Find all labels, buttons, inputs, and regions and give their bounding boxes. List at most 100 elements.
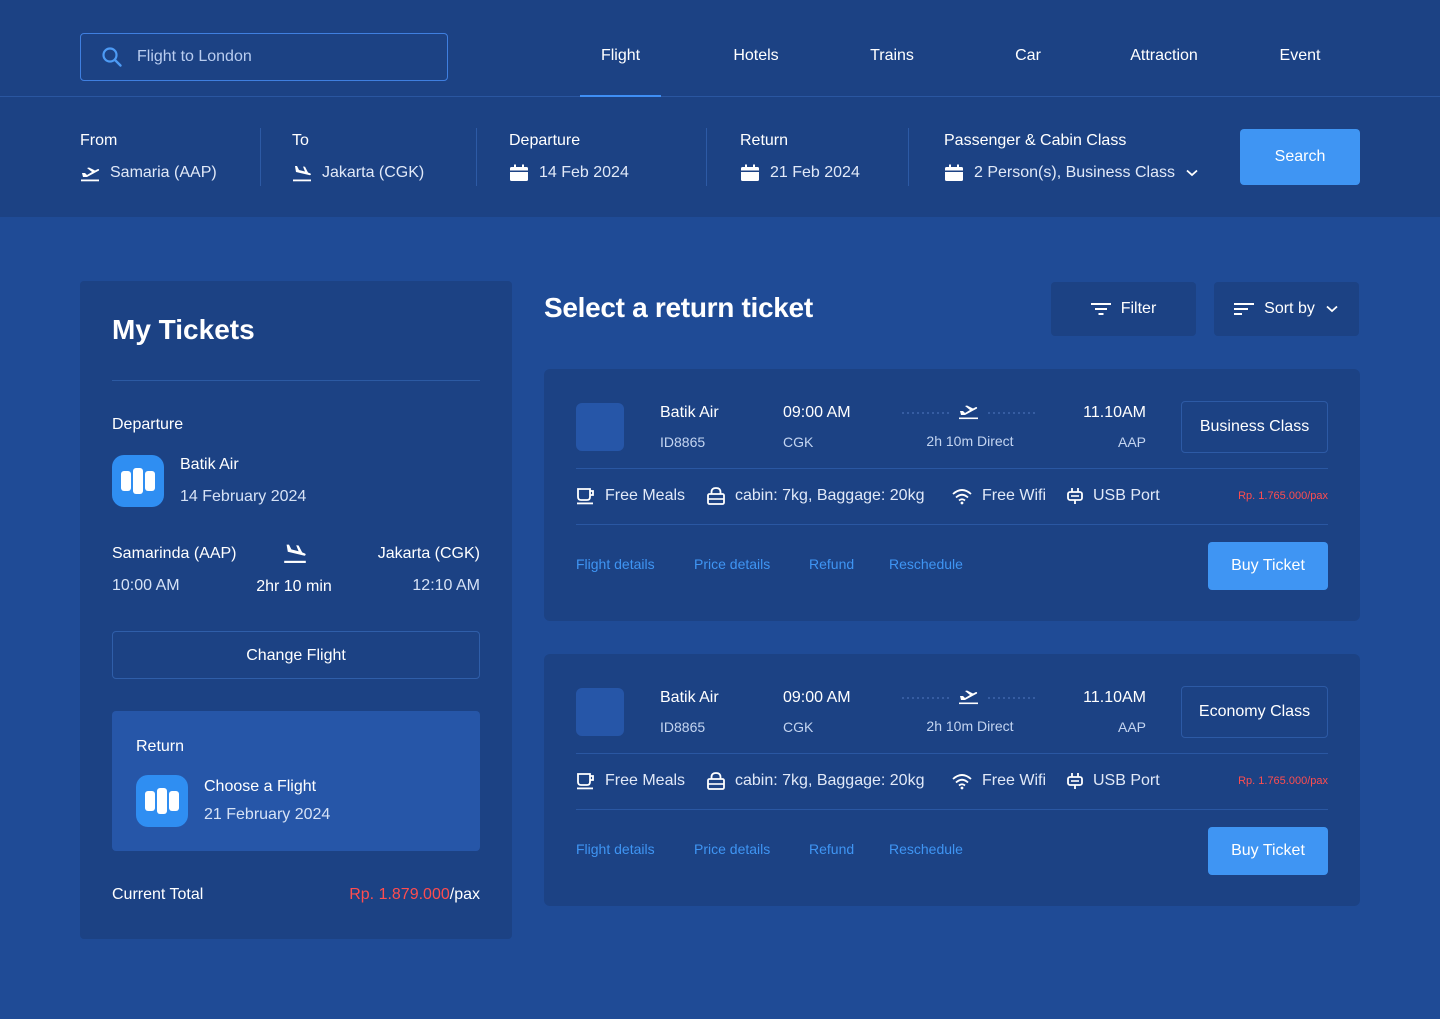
current-total-value: Rp. 1.879.000/pax (300, 886, 480, 904)
amenity-usb: USB Port (1066, 772, 1160, 790)
divider (576, 468, 1328, 469)
nav-event[interactable]: Event (1260, 47, 1340, 65)
to-value: Jakarta (CGK) (322, 164, 425, 181)
nav-hotels[interactable]: Hotels (716, 47, 796, 65)
departure-date: 14 February 2024 (180, 488, 307, 505)
nav-trains[interactable]: Trains (852, 47, 932, 65)
return-value: 21 Feb 2024 (770, 164, 860, 181)
flight-duration: 2h 10m Direct (926, 433, 1014, 449)
current-total-label: Current Total (112, 886, 204, 903)
from-label: From (80, 132, 118, 149)
sort-icon (1234, 303, 1255, 315)
flight-search-bar (0, 97, 1440, 217)
change-flight-button[interactable]: Change Flight (112, 631, 480, 679)
return-prompt: Choose a Flight (204, 778, 317, 795)
origin-airport: Samarinda (AAP) (112, 545, 237, 562)
cabin-class-badge: Business Class (1181, 401, 1328, 453)
calendar-icon (510, 164, 528, 181)
buy-ticket-button[interactable]: Buy Ticket (1208, 827, 1328, 875)
buy-ticket-button[interactable]: Buy Ticket (1208, 542, 1328, 590)
plug-icon (1067, 773, 1083, 789)
flight-duration: 2h 10m Direct (926, 718, 1014, 734)
chevron-down-icon (1326, 305, 1338, 313)
return-date-field[interactable]: 21 Feb 2024 (740, 164, 860, 182)
ticket-card: Batik Air ID8865 09:00 AM CGK 2h 10m Dir… (544, 369, 1360, 621)
flight-duration: 2hr 10 min (256, 578, 332, 595)
wifi-icon (952, 774, 972, 790)
return-label: Return (740, 132, 789, 149)
amenity-wifi: Free Wifi (951, 487, 1046, 505)
nav-car[interactable]: Car (988, 47, 1068, 65)
from-value: Samaria (AAP) (110, 164, 217, 181)
divider (706, 128, 707, 186)
search-button[interactable]: Search (1240, 129, 1360, 185)
reschedule-link[interactable]: Reschedule (889, 556, 963, 572)
lock-icon (707, 487, 725, 505)
divider (576, 524, 1328, 525)
amenity-label: Free Wifi (982, 487, 1046, 504)
ticket-price: Rp. 1.765.000/pax (1238, 490, 1328, 502)
wifi-icon (952, 489, 972, 505)
airline-name: Batik Air (660, 689, 719, 706)
passenger-label: Passenger & Cabin Class (944, 132, 1127, 149)
flight-details-link[interactable]: Flight details (576, 841, 655, 857)
filter-button[interactable]: Filter (1051, 282, 1196, 336)
to-label: To (292, 132, 309, 149)
search-icon (102, 47, 122, 67)
flight-code: ID8865 (660, 719, 706, 735)
flight-route-line (902, 690, 1038, 705)
takeoff-icon (81, 167, 100, 182)
flight-route-line (902, 405, 1038, 420)
departure-airport: CGK (783, 434, 814, 450)
price-details-link[interactable]: Price details (694, 556, 770, 572)
nav-flight[interactable]: Flight (580, 47, 661, 65)
from-field[interactable]: Samaria (AAP) (80, 164, 217, 182)
sort-button[interactable]: Sort by (1214, 282, 1359, 336)
airline-logo-icon (145, 788, 179, 814)
to-field[interactable]: Jakarta (CGK) (292, 164, 424, 182)
refund-link[interactable]: Refund (809, 841, 854, 857)
search-input[interactable]: Flight to London (80, 33, 448, 81)
destination-airport: Jakarta (CGK) (377, 545, 480, 562)
amenity-label: USB Port (1093, 487, 1160, 504)
amenity-label: USB Port (1093, 772, 1160, 789)
coffee-cup-icon (577, 488, 594, 505)
reschedule-link[interactable]: Reschedule (889, 841, 963, 857)
ticket-card: Batik Air ID8865 09:00 AM CGK 2h 10m Dir… (544, 654, 1360, 906)
divider (576, 753, 1328, 754)
lock-icon (707, 772, 725, 790)
amenity-baggage: cabin: 7kg, Baggage: 20kg (706, 487, 924, 505)
amenity-baggage: cabin: 7kg, Baggage: 20kg (706, 772, 924, 790)
landing-icon (293, 166, 311, 182)
arrival-time: 11.10AM (1083, 404, 1146, 421)
divider (112, 380, 480, 381)
airline-name: Batik Air (660, 404, 719, 421)
coffee-cup-icon (577, 773, 594, 790)
amenity-label: Free Meals (605, 772, 686, 789)
departure-airport: CGK (783, 719, 814, 735)
passenger-value: 2 Person(s), Business Class (974, 164, 1175, 181)
airline-logo-icon (121, 468, 155, 494)
departure-time: 09:00 AM (783, 404, 851, 421)
refund-link[interactable]: Refund (809, 556, 854, 572)
arrival-time: 12:10 AM (412, 577, 480, 594)
departure-label: Departure (509, 132, 581, 149)
cabin-class-badge: Economy Class (1181, 686, 1328, 738)
chevron-down-icon (1186, 169, 1198, 177)
search-placeholder: Flight to London (137, 48, 252, 65)
arrival-airport: AAP (1117, 719, 1146, 735)
total-unit: /pax (449, 886, 480, 903)
amenity-label: Free Meals (605, 487, 686, 504)
passenger-cabin-select[interactable]: 2 Person(s), Business Class (944, 164, 1199, 182)
sort-label: Sort by (1264, 300, 1315, 317)
nav-attraction[interactable]: Attraction (1114, 47, 1214, 65)
departure-time: 09:00 AM (783, 689, 851, 706)
filter-label: Filter (1120, 300, 1157, 317)
price-details-link[interactable]: Price details (694, 841, 770, 857)
departure-value: 14 Feb 2024 (539, 164, 629, 181)
total-price: Rp. 1.879.000 (349, 886, 450, 903)
flight-details-link[interactable]: Flight details (576, 556, 655, 572)
departure-section-label: Departure (112, 416, 184, 433)
departure-date-field[interactable]: 14 Feb 2024 (509, 164, 629, 182)
plug-icon (1067, 488, 1083, 504)
